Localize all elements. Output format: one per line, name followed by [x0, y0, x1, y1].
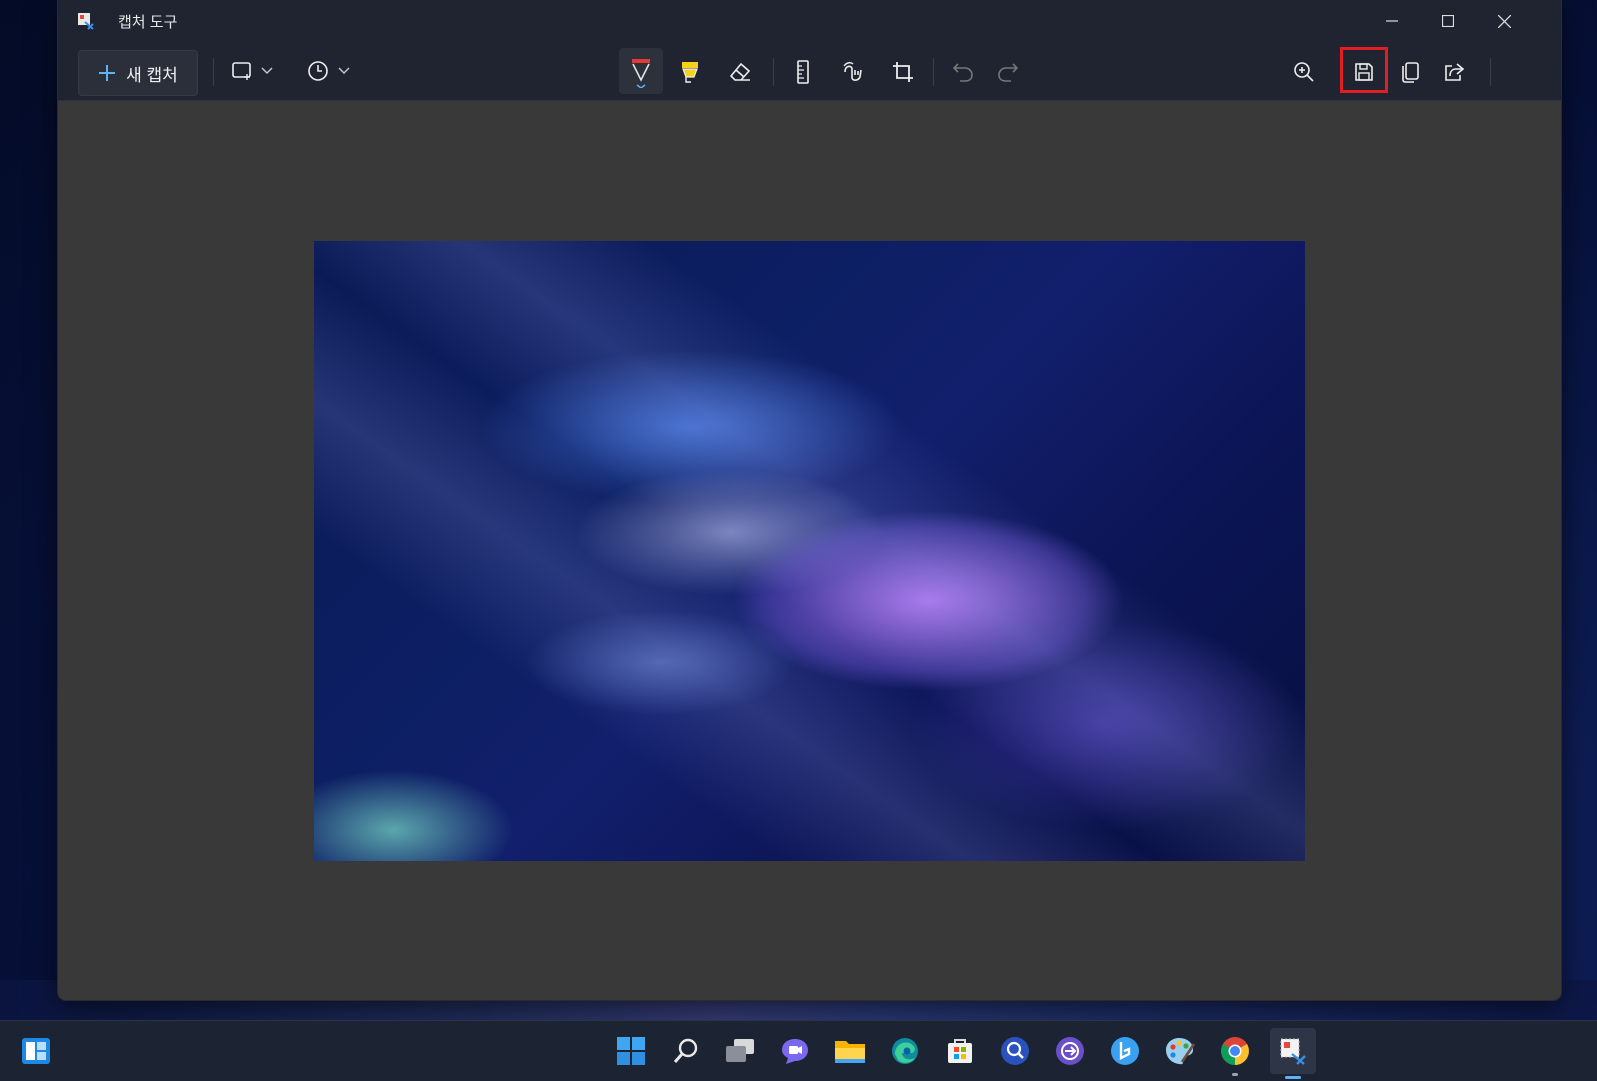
chevron-down-icon	[338, 67, 350, 74]
delay-dropdown[interactable]	[303, 54, 355, 88]
more-options-button[interactable]	[1479, 52, 1519, 92]
new-capture-button[interactable]: 새 캡처	[78, 50, 198, 96]
search-icon	[673, 1038, 698, 1063]
maximize-icon	[1442, 15, 1454, 27]
chrome-button[interactable]	[1215, 1031, 1255, 1076]
ballpoint-pen-icon	[632, 59, 650, 88]
store-icon	[948, 1039, 972, 1063]
start-icon	[617, 1037, 645, 1065]
close-icon	[1497, 14, 1511, 28]
teams-chat-icon	[782, 1039, 808, 1064]
highlighter-icon	[682, 62, 698, 83]
search-app-button[interactable]	[995, 1031, 1035, 1071]
teams-chat-button[interactable]	[775, 1031, 815, 1071]
paint-icon	[1166, 1038, 1196, 1065]
minimize-icon	[1386, 20, 1398, 22]
chevron-down-icon	[261, 67, 273, 74]
title-bar: 캡처 도구	[58, 0, 1561, 42]
rectangle-snip-icon	[232, 62, 251, 80]
close-button[interactable]	[1476, 0, 1532, 42]
zoom-icon	[1294, 62, 1314, 82]
bing-button[interactable]	[1105, 1031, 1145, 1071]
ruler-button[interactable]	[783, 52, 823, 92]
window-title: 캡처 도구	[118, 13, 178, 31]
divider	[933, 58, 934, 86]
snipping-tool-taskbar-button[interactable]	[1270, 1028, 1316, 1079]
ruler-icon	[797, 60, 809, 84]
eraser-button[interactable]	[718, 52, 762, 92]
crop-icon	[893, 62, 913, 82]
start-button[interactable]	[611, 1031, 651, 1071]
file-explorer-icon	[835, 1041, 865, 1063]
ballpoint-pen-button[interactable]	[619, 48, 663, 94]
widgets-icon	[22, 1038, 50, 1064]
share-button[interactable]	[1434, 52, 1474, 92]
touch-writing-button[interactable]	[833, 52, 873, 92]
edge-icon	[892, 1038, 918, 1064]
edge-button[interactable]	[885, 1031, 925, 1071]
capture-canvas	[58, 101, 1561, 1000]
file-explorer-button[interactable]	[830, 1031, 870, 1071]
snipping-tool-window: 캡처 도구 새 캡처	[58, 0, 1561, 1000]
bing-icon	[1111, 1037, 1139, 1065]
snip-mode-dropdown[interactable]	[228, 54, 278, 88]
active-indicator	[1285, 1076, 1301, 1079]
paint-button[interactable]	[1160, 1031, 1200, 1071]
divider	[773, 58, 774, 86]
divider	[213, 58, 214, 86]
task-view-icon	[726, 1039, 754, 1062]
running-indicator	[1232, 1073, 1238, 1076]
maximize-button[interactable]	[1420, 0, 1476, 42]
undo-icon	[952, 63, 973, 82]
share-icon	[1445, 63, 1465, 81]
zoom-button[interactable]	[1284, 52, 1324, 92]
crop-button[interactable]	[883, 52, 923, 92]
store-button[interactable]	[940, 1031, 980, 1071]
eraser-icon	[729, 62, 751, 81]
clock-icon	[308, 61, 328, 81]
save-button-highlight	[1340, 47, 1388, 93]
snipping-tool-app-icon	[76, 11, 96, 31]
touch-writing-icon	[843, 61, 862, 81]
search-app-icon	[1001, 1037, 1029, 1065]
minimize-button[interactable]	[1364, 0, 1420, 42]
snipping-tool-icon	[1280, 1038, 1306, 1065]
plus-icon	[99, 65, 116, 81]
copy-icon	[1402, 62, 1419, 83]
new-capture-label: 새 캡처	[126, 65, 178, 85]
widgets-button[interactable]	[16, 1031, 56, 1071]
highlighter-button[interactable]	[668, 52, 712, 92]
copy-button[interactable]	[1390, 52, 1430, 92]
task-view-button[interactable]	[720, 1031, 760, 1071]
search-button[interactable]	[666, 1031, 706, 1071]
chrome-icon	[1221, 1037, 1249, 1065]
toolbar: 새 캡처	[58, 42, 1561, 101]
arrow-app-button[interactable]	[1050, 1031, 1090, 1071]
redo-button[interactable]	[988, 52, 1028, 92]
redo-icon	[998, 63, 1019, 82]
undo-button[interactable]	[943, 52, 983, 92]
arrow-app-icon	[1056, 1037, 1084, 1065]
captured-image	[314, 241, 1305, 861]
taskbar	[0, 1020, 1597, 1081]
